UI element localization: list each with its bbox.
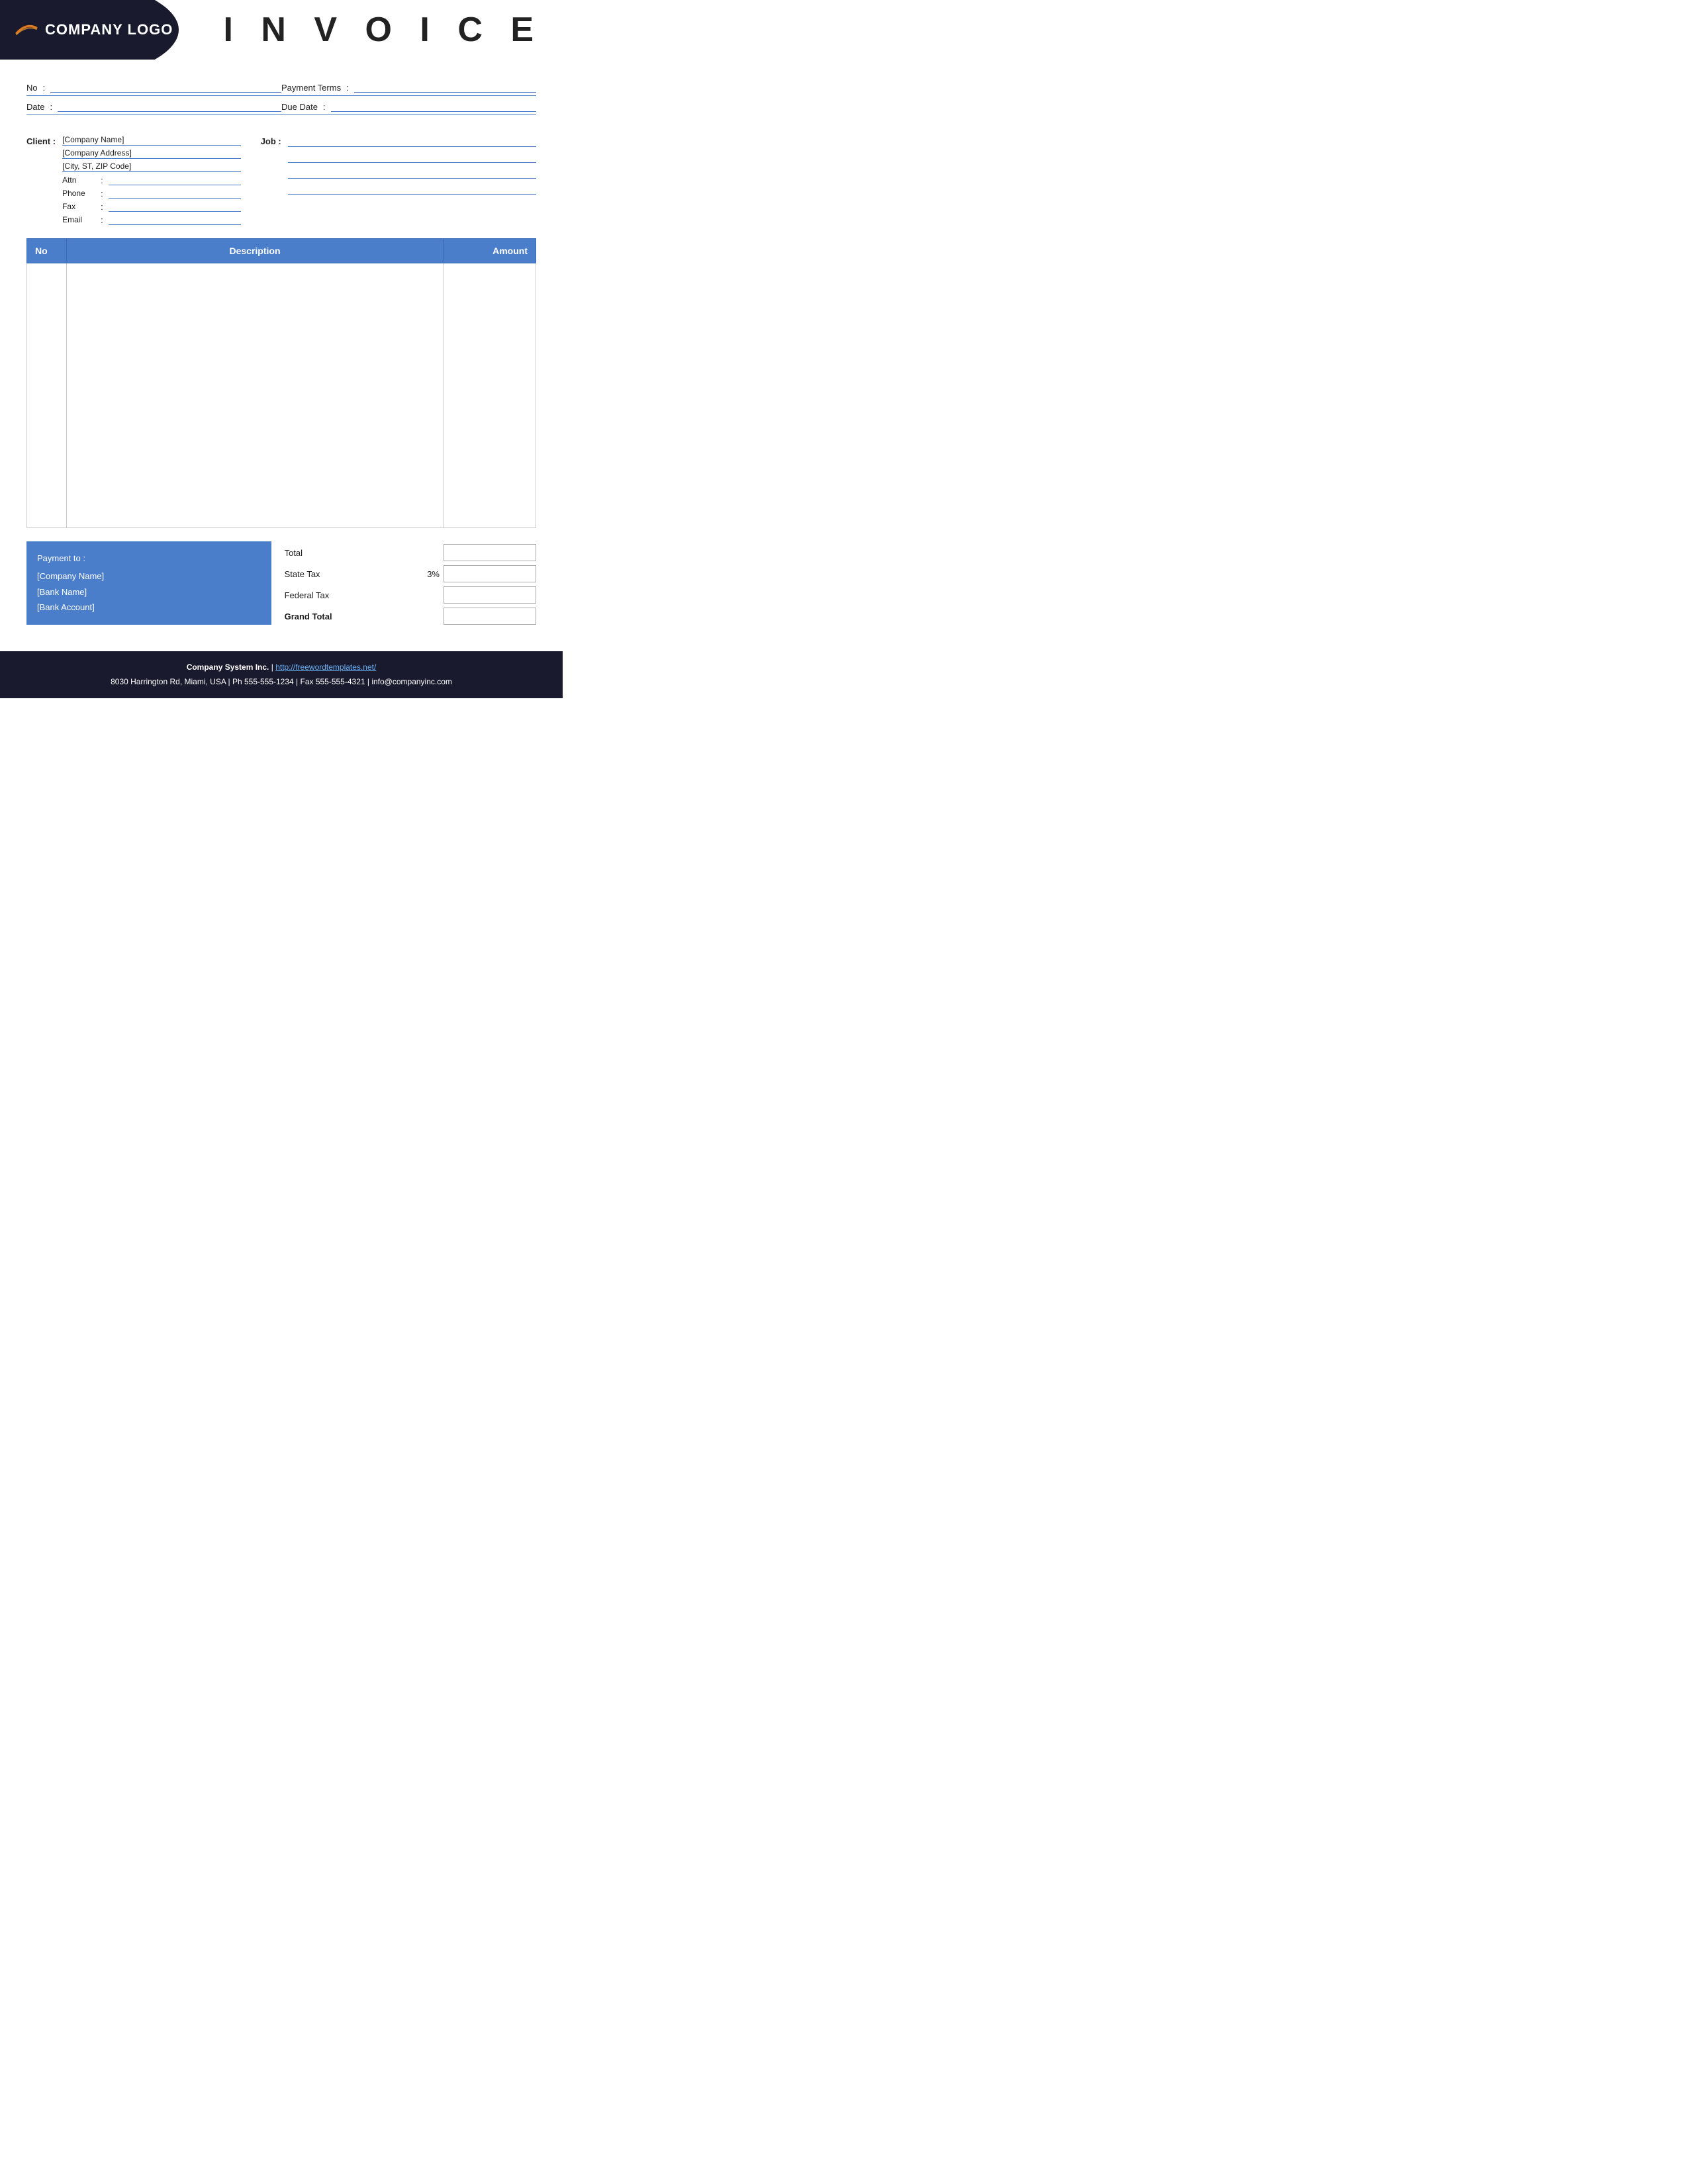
client-attn-row: Attn : — [62, 175, 241, 185]
col-description-header: Description — [67, 239, 444, 263]
table-header-row: No Description Amount — [27, 239, 536, 263]
invoice-table-section: No Description Amount — [0, 238, 563, 528]
table-cell-amount[interactable] — [444, 263, 536, 528]
footer-website[interactable]: http://freewordtemplates.net/ — [275, 662, 376, 672]
no-value[interactable] — [50, 82, 281, 93]
email-label: Email — [62, 215, 95, 224]
table-cell-no[interactable] — [27, 263, 67, 528]
state-tax-percent: 3% — [427, 569, 440, 579]
info-row-no: No : Payment Terms : — [26, 79, 536, 96]
payment-terms-label: Payment Terms — [281, 83, 341, 93]
due-date-value[interactable] — [331, 101, 536, 112]
client-city-zip[interactable]: [City, ST, ZIP Code] — [62, 161, 241, 172]
no-label: No — [26, 83, 38, 93]
col-amount-header: Amount — [444, 239, 536, 263]
attn-label: Attn — [62, 175, 95, 185]
total-value-box[interactable] — [444, 544, 536, 561]
info-no-left: No : — [26, 82, 281, 93]
logo-block: COMPANY LOGO — [0, 0, 199, 60]
footer-line1: Company System Inc. | http://freewordtem… — [13, 660, 549, 675]
info-row-date: Date : Due Date : — [26, 99, 536, 115]
invoice-info-section: No : Payment Terms : Date : Due Date : — [0, 79, 563, 115]
col-no-header: No — [27, 239, 67, 263]
logo-label: COMPANY LOGO — [45, 21, 173, 38]
invoice-title-block: I N V O I C E — [199, 0, 563, 60]
client-fields: [Company Name] [Company Address] [City, … — [62, 135, 241, 225]
federal-tax-label: Federal Tax — [285, 590, 364, 600]
client-email-value[interactable] — [109, 214, 241, 225]
info-due-date: Due Date : — [281, 101, 536, 112]
state-tax-row-inner: 3% — [371, 565, 536, 582]
federal-tax-value-box[interactable] — [444, 586, 536, 604]
client-phone-value[interactable] — [109, 188, 241, 199]
federal-tax-row-inner — [371, 586, 536, 604]
job-line-2[interactable] — [288, 151, 536, 163]
job-line-3[interactable] — [288, 167, 536, 179]
logo-text: COMPANY LOGO — [13, 21, 173, 38]
date-label: Date — [26, 102, 44, 112]
job-line-4[interactable] — [288, 183, 536, 195]
fax-label: Fax — [62, 202, 95, 211]
client-fax-row: Fax : — [62, 201, 241, 212]
grand-total-row: Grand Total — [285, 608, 536, 625]
grand-total-label: Grand Total — [285, 612, 364, 621]
total-label: Total — [285, 548, 364, 558]
footer-address: 8030 Harrington Rd, Miami, USA | Ph 555-… — [13, 675, 549, 690]
client-fax-value[interactable] — [109, 201, 241, 212]
logo-icon — [13, 21, 40, 38]
client-company-name[interactable]: [Company Name] — [62, 135, 241, 146]
state-tax-label: State Tax — [285, 569, 364, 579]
state-tax-value-box[interactable] — [444, 565, 536, 582]
payment-bank-name: [Bank Name] — [37, 584, 261, 600]
table-cell-description[interactable] — [67, 263, 444, 528]
state-tax-row: State Tax 3% — [285, 565, 536, 582]
info-payment-terms: Payment Terms : — [281, 82, 536, 93]
totals-block: Total State Tax 3% Federal Tax Grand Tot… — [285, 541, 536, 625]
client-email-row: Email : — [62, 214, 241, 225]
payment-company-name: [Company Name] — [37, 569, 261, 584]
info-date-left: Date : — [26, 101, 281, 112]
invoice-title: I N V O I C E — [224, 10, 543, 50]
job-block: Job : — [261, 135, 536, 225]
due-date-label: Due Date — [281, 102, 318, 112]
payment-terms-value[interactable] — [354, 82, 536, 93]
phone-label: Phone — [62, 189, 95, 198]
grand-total-value-box[interactable] — [444, 608, 536, 625]
total-row-inner — [371, 544, 536, 561]
client-block: Client : [Company Name] [Company Address… — [26, 135, 241, 225]
job-fields — [288, 135, 536, 225]
client-label: Client : — [26, 135, 56, 225]
payment-bank-account: [Bank Account] — [37, 600, 261, 615]
bottom-section: Payment to : [Company Name] [Bank Name] … — [0, 541, 563, 625]
total-row: Total — [285, 544, 536, 561]
client-company-address[interactable]: [Company Address] — [62, 148, 241, 159]
date-value[interactable] — [58, 101, 281, 112]
federal-tax-row: Federal Tax — [285, 586, 536, 604]
table-row — [27, 263, 536, 528]
client-attn-value[interactable] — [109, 175, 241, 185]
payment-title: Payment to : — [37, 551, 261, 566]
grand-total-row-inner — [371, 608, 536, 625]
payment-block: Payment to : [Company Name] [Bank Name] … — [26, 541, 271, 625]
footer-company: Company System Inc. — [187, 662, 269, 672]
page-footer: Company System Inc. | http://freewordtem… — [0, 651, 563, 698]
client-job-section: Client : [Company Name] [Company Address… — [0, 128, 563, 238]
job-label: Job : — [261, 135, 281, 225]
client-phone-row: Phone : — [62, 188, 241, 199]
job-line-1[interactable] — [288, 135, 536, 147]
invoice-table: No Description Amount — [26, 238, 536, 528]
page-header: COMPANY LOGO I N V O I C E — [0, 0, 563, 60]
